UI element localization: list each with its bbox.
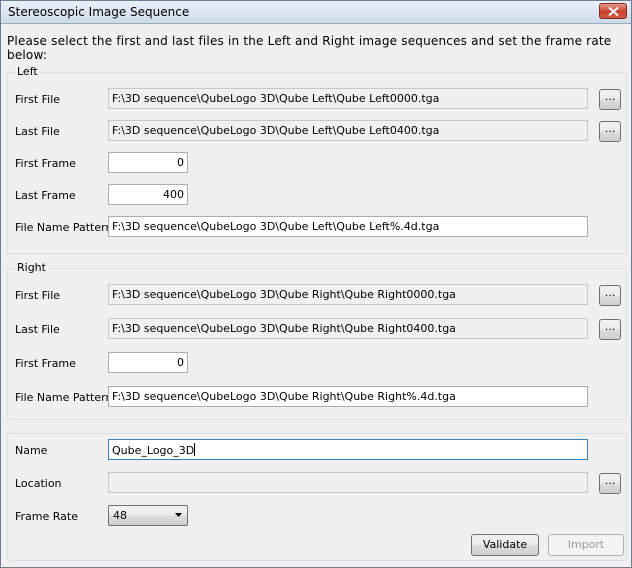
frame-rate-select[interactable]: 48	[108, 505, 188, 526]
left-last-file-field[interactable]: F:\3D sequence\QubeLogo 3D\Qube Left\Qub…	[108, 120, 588, 141]
name-input[interactable]: Qube_Logo_3D	[108, 439, 588, 460]
location-label: Location	[15, 477, 62, 490]
right-first-file-browse-button[interactable]: ...	[599, 285, 621, 306]
right-last-file-label: Last File	[15, 323, 60, 336]
frame-rate-value: 48	[113, 509, 127, 522]
left-group-label: Left	[15, 65, 40, 78]
location-field[interactable]	[108, 472, 588, 493]
left-pattern-label: File Name Pattern	[15, 221, 113, 234]
left-last-frame-input[interactable]: 400	[108, 184, 188, 205]
import-button[interactable]: Import	[548, 534, 624, 556]
dialog-window: Stereoscopic Image Sequence Please selec…	[0, 0, 632, 568]
frame-rate-label: Frame Rate	[15, 510, 78, 523]
left-last-frame-label: Last Frame	[15, 189, 76, 202]
title-bar: Stereoscopic Image Sequence	[1, 1, 631, 24]
text-caret	[194, 443, 196, 456]
location-browse-button[interactable]: ...	[599, 473, 621, 494]
left-last-file-label: Last File	[15, 125, 60, 138]
left-first-frame-label: First Frame	[15, 157, 76, 170]
right-pattern-input[interactable]: F:\3D sequence\QubeLogo 3D\Qube Right\Qu…	[108, 386, 588, 407]
left-first-file-label: First File	[15, 93, 61, 106]
chevron-down-icon	[175, 513, 182, 517]
right-first-file-field[interactable]: F:\3D sequence\QubeLogo 3D\Qube Right\Qu…	[108, 284, 588, 305]
right-first-file-label: First File	[15, 289, 61, 302]
left-first-file-field[interactable]: F:\3D sequence\QubeLogo 3D\Qube Left\Qub…	[108, 88, 588, 109]
right-group-label: Right	[15, 261, 48, 274]
left-last-file-browse-button[interactable]: ...	[599, 121, 621, 142]
instructions-text: Please select the first and last files i…	[7, 34, 612, 62]
right-first-frame-label: First Frame	[15, 357, 76, 370]
window-title: Stereoscopic Image Sequence	[8, 5, 190, 19]
close-button[interactable]	[599, 3, 627, 19]
left-first-file-browse-button[interactable]: ...	[599, 89, 621, 110]
right-pattern-label: File Name Pattern	[15, 391, 113, 404]
validate-button[interactable]: Validate	[471, 534, 539, 556]
right-last-file-field[interactable]: F:\3D sequence\QubeLogo 3D\Qube Right\Qu…	[108, 318, 588, 339]
right-last-file-browse-button[interactable]: ...	[599, 319, 621, 340]
left-first-frame-input[interactable]: 0	[108, 152, 188, 173]
name-value: Qube_Logo_3D	[112, 444, 195, 457]
name-label: Name	[15, 444, 48, 457]
right-first-frame-input[interactable]: 0	[108, 352, 188, 373]
close-icon	[608, 7, 619, 16]
left-pattern-input[interactable]: F:\3D sequence\QubeLogo 3D\Qube Left\Qub…	[108, 216, 588, 237]
